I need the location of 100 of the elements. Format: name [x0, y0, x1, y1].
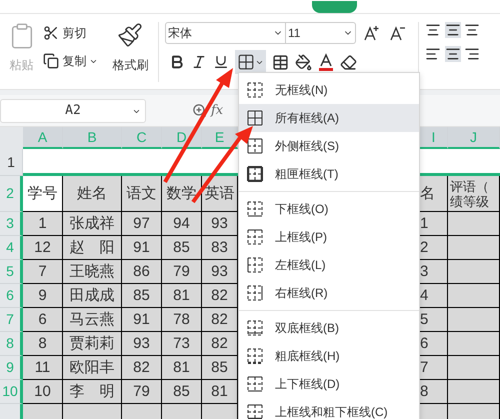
table-cell: 79: [162, 260, 202, 284]
align-left-icon[interactable]: [424, 46, 441, 62]
align-center-icon[interactable]: [444, 46, 461, 62]
table-cell: 李 明: [63, 380, 122, 404]
table-cell: [448, 380, 500, 404]
menu-item[interactable]: 所有框线(A): [239, 104, 419, 132]
font-name-field[interactable]: 宋体: [165, 22, 286, 44]
table-cell: 9: [23, 284, 63, 308]
scissors-icon[interactable]: [43, 25, 60, 41]
table-cell: 81: [202, 380, 238, 404]
table-cell: 名: [420, 176, 448, 212]
table-cell: 78: [162, 308, 202, 332]
table-cell: 学号: [23, 176, 63, 212]
border-icon: [247, 166, 263, 182]
align-middle-icon[interactable]: [444, 22, 461, 38]
border-button[interactable]: [235, 50, 266, 74]
eraser-icon[interactable]: [340, 54, 357, 70]
table-cell: 8: [420, 380, 448, 404]
row-header[interactable]: 1: [0, 149, 23, 176]
italic-icon[interactable]: [191, 54, 207, 70]
table-cell: 81: [162, 356, 202, 380]
table-cell: 93: [202, 212, 238, 236]
table-cell: 数学: [162, 176, 202, 212]
table-cell: 86: [122, 260, 162, 284]
paintbrush-icon[interactable]: [117, 22, 144, 48]
border-icon: [247, 404, 263, 419]
align-bottom-icon[interactable]: [464, 22, 480, 38]
table-cell: 贾莉莉: [63, 332, 122, 356]
border-icon: [247, 201, 263, 217]
font-size-field[interactable]: 11: [286, 22, 356, 44]
format-painter-button[interactable]: 格式刷: [112, 56, 148, 74]
table-cell: 93: [122, 332, 162, 356]
menu-item[interactable]: 下框线(O): [239, 195, 419, 223]
menu-item[interactable]: 上框线和粗下框线(C): [239, 398, 419, 419]
menu-item[interactable]: 右框线(R): [239, 279, 419, 307]
border-icon: [247, 82, 263, 98]
align-top-icon[interactable]: [424, 22, 441, 38]
table-cell: 田成成: [63, 284, 122, 308]
border-icon: [247, 376, 263, 392]
align-right-icon[interactable]: [464, 46, 480, 62]
table-cell: [162, 404, 202, 419]
table-cell: 欧阳丰: [63, 356, 122, 380]
cut-button[interactable]: 剪切: [62, 24, 86, 42]
menu-item[interactable]: 粗底框线(H): [239, 342, 419, 370]
table-cell: 82: [202, 308, 238, 332]
table-cell: [448, 260, 500, 284]
table-cell: 5: [420, 308, 448, 332]
table-cell: 91: [122, 308, 162, 332]
table-cell: [23, 404, 63, 419]
table-cell: 82: [202, 284, 238, 308]
table-cell: [448, 356, 500, 380]
table-cell: 82: [122, 356, 162, 380]
table-cell: 85: [162, 236, 202, 260]
table-cell: 语文: [122, 176, 162, 212]
zoom-icon[interactable]: [192, 103, 207, 118]
menu-item[interactable]: 外侧框线(S): [239, 132, 419, 160]
menu-item[interactable]: 双底框线(B): [239, 314, 419, 342]
border-icon: [247, 229, 263, 245]
grid-icon: [237, 53, 255, 71]
table-cell: [122, 404, 162, 419]
table-cell: 姓名: [63, 176, 122, 212]
table-cell: 82: [202, 332, 238, 356]
table-cell: 12: [23, 236, 63, 260]
table-cell: 3: [420, 260, 448, 284]
copy-button[interactable]: 复制: [62, 52, 86, 70]
table-cell: 张成祥: [63, 212, 122, 236]
cell-style-icon[interactable]: [272, 54, 289, 70]
border-icon: [247, 320, 263, 336]
table-cell: 6: [23, 308, 63, 332]
border-icon: [247, 285, 263, 301]
shrink-font-icon[interactable]: [390, 25, 406, 41]
table-cell: 4: [420, 284, 448, 308]
function-icon[interactable]: fx: [211, 100, 224, 120]
name-box[interactable]: A2: [0, 98, 146, 122]
table-cell: [448, 332, 500, 356]
table-cell: 73: [162, 332, 202, 356]
table-cell: 王晓燕: [63, 260, 122, 284]
copy-icon[interactable]: [43, 53, 60, 69]
grow-font-icon[interactable]: [364, 25, 380, 41]
menu-item[interactable]: 上下框线(D): [239, 370, 419, 398]
table-cell: [448, 236, 500, 260]
cell-text: 绩等级: [450, 194, 490, 208]
underline-icon[interactable]: [213, 54, 229, 70]
bold-icon[interactable]: [169, 54, 185, 70]
table-cell: 8: [23, 332, 63, 356]
font-color-icon[interactable]: [318, 53, 334, 71]
table-cell: [448, 284, 500, 308]
fill-color-icon[interactable]: [295, 54, 312, 70]
menu-item[interactable]: 无框线(N): [239, 76, 419, 104]
table-cell: 79: [122, 380, 162, 404]
menu-item[interactable]: 左框线(L): [239, 251, 419, 279]
table-cell: 2: [420, 236, 448, 260]
menu-item[interactable]: 粗匣框线(T): [239, 160, 419, 188]
table-cell: 94: [162, 212, 202, 236]
table-cell: 83: [202, 236, 238, 260]
table-cell: 1: [23, 212, 63, 236]
table-cell: 10: [23, 380, 63, 404]
table-cell: 93: [202, 260, 238, 284]
ribbon-tab[interactable]: [312, 1, 357, 13]
menu-item[interactable]: 上框线(P): [239, 223, 419, 251]
